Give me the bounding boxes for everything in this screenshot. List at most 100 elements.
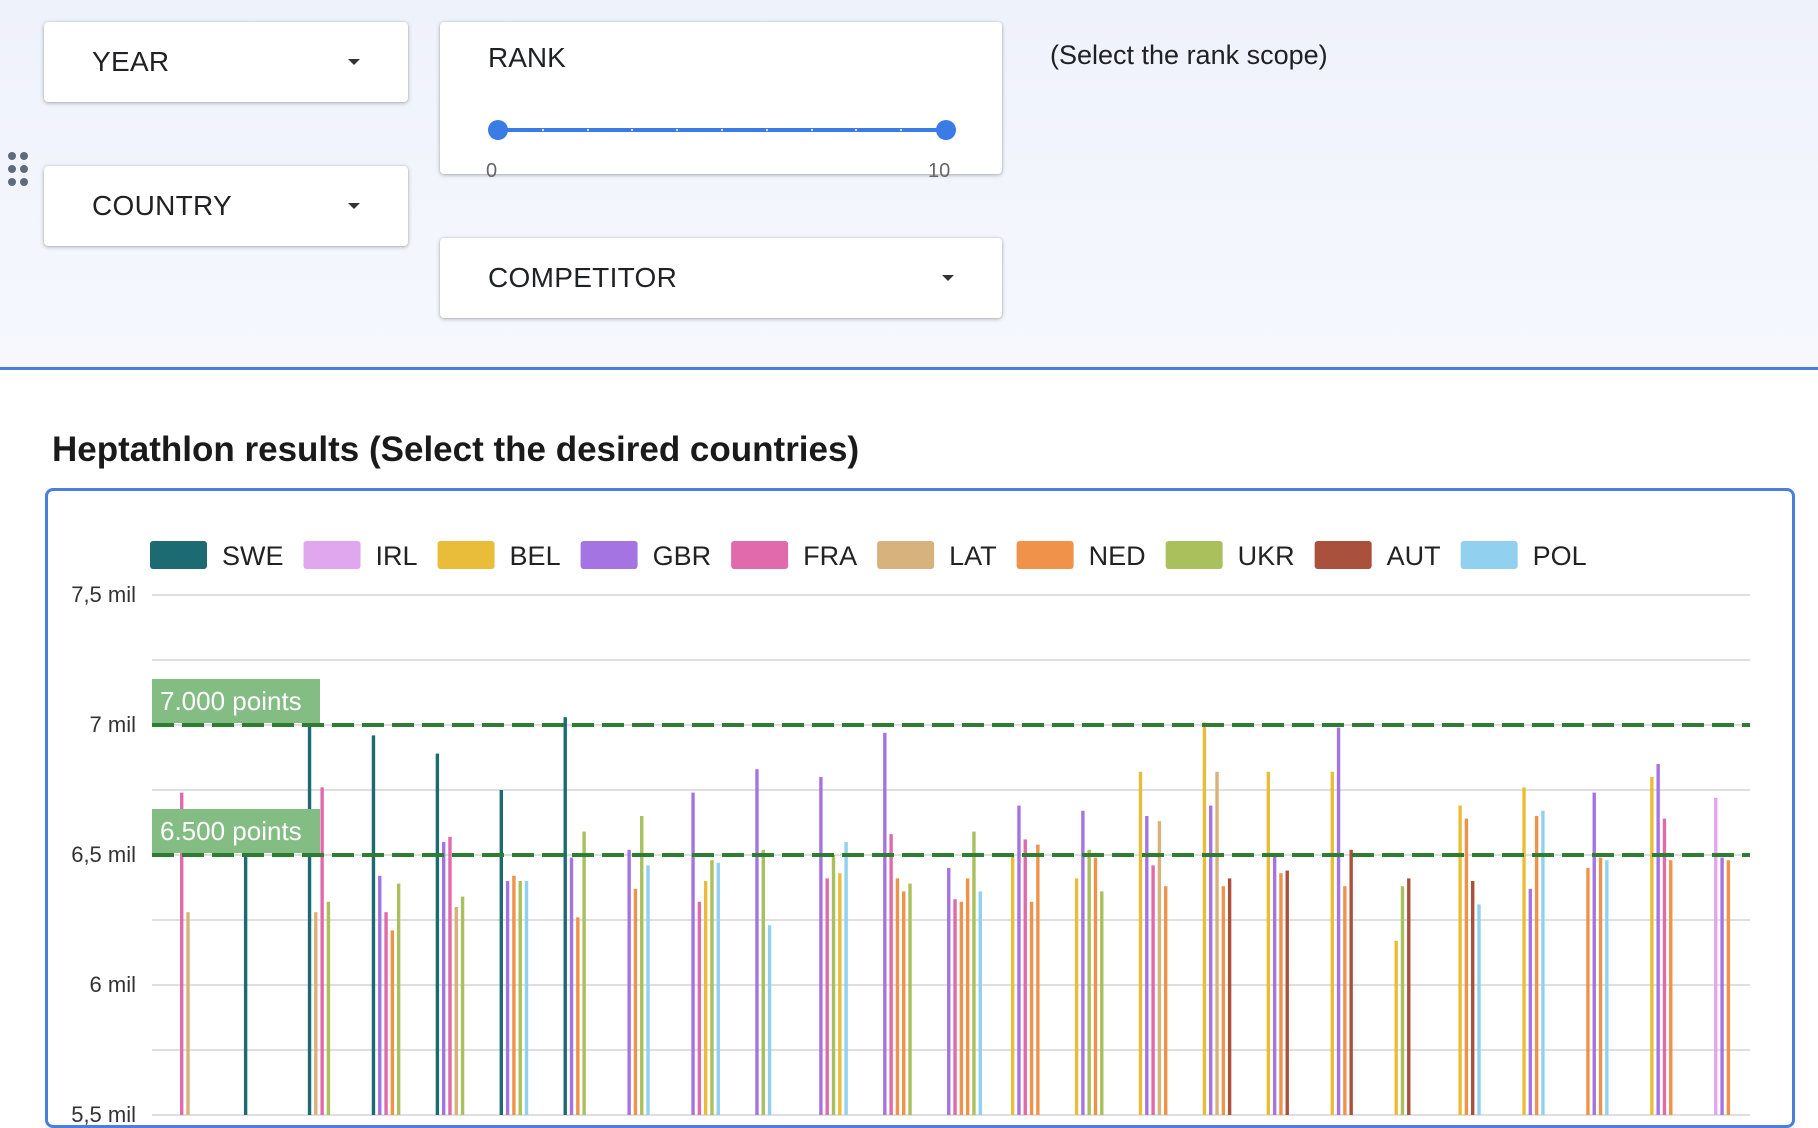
bar-bel xyxy=(1394,940,1398,1115)
legend-label-gbr: GBR xyxy=(653,541,712,571)
chevron-down-icon xyxy=(942,275,954,281)
bar-gbr xyxy=(1145,816,1149,1115)
bar-gbr xyxy=(1017,805,1021,1115)
bar-lat xyxy=(1157,821,1162,1115)
bar-bel xyxy=(838,873,842,1115)
bar-gbr xyxy=(505,881,510,1115)
bar-pol xyxy=(767,925,772,1115)
rank-slider-card: RANK 0 10 xyxy=(440,22,1002,182)
legend-label-lat: LAT xyxy=(949,541,997,571)
legend-swatch-aut xyxy=(1314,541,1372,569)
bar-ned xyxy=(390,930,395,1115)
bar-aut xyxy=(1285,870,1289,1115)
bar-gbr xyxy=(1336,727,1341,1115)
legend-swatch-bel xyxy=(437,541,495,569)
bar-ned xyxy=(633,888,638,1115)
bar-ned xyxy=(895,878,900,1115)
y-axis-tick-label: 6,5 mil xyxy=(71,842,136,867)
bar-lat xyxy=(1215,771,1219,1115)
bar-swe xyxy=(243,855,248,1115)
bar-gbr xyxy=(947,868,951,1115)
bar-bel xyxy=(703,881,708,1115)
bar-bel xyxy=(1138,771,1143,1115)
bar-ned xyxy=(1464,818,1469,1115)
bar-lat xyxy=(454,907,458,1115)
bar-ned xyxy=(512,875,516,1115)
heptathlon-bar-chart: 7,5 mil 7 mil 6,5 mil 6 mil 5,5 mil SWE IRL BEL… xyxy=(71,541,1750,1125)
year-dropdown-label: YEAR xyxy=(92,46,170,77)
bar-gbr xyxy=(691,792,695,1115)
legend-swatch-gbr xyxy=(580,541,638,569)
bar-ned xyxy=(576,917,580,1115)
bar-ukr xyxy=(761,849,765,1115)
bar-gbr xyxy=(1592,792,1596,1115)
legend-swatch-ned xyxy=(1016,541,1074,569)
bar-gbr xyxy=(378,875,382,1115)
bar-ned xyxy=(1036,844,1040,1115)
bar-pol xyxy=(844,842,848,1115)
bar-ukr xyxy=(908,883,912,1115)
bar-swe xyxy=(371,735,376,1115)
rank-scope-hint: (Select the rank scope) xyxy=(1050,40,1328,70)
bar-ned xyxy=(1586,868,1590,1115)
bar-gbr xyxy=(1272,855,1277,1115)
bar-swe xyxy=(563,717,567,1115)
rank-min-value: 0 xyxy=(486,160,498,182)
rank-slider-tick xyxy=(900,129,903,131)
bar-ukr xyxy=(582,831,586,1115)
drag-handle-icon[interactable] xyxy=(8,152,32,188)
chart-container: 7,5 mil 7 mil 6,5 mil 6 mil 5,5 mil SWE IRL BEL… xyxy=(45,488,1795,1128)
bar-lat xyxy=(186,912,190,1115)
country-dropdown-label: COUNTRY xyxy=(92,190,233,221)
legend-swatch-ukr xyxy=(1165,541,1223,569)
legend-label-irl: IRL xyxy=(376,541,418,571)
reference-label: 6.500 points xyxy=(160,816,302,846)
competitor-dropdown[interactable]: COMPETITOR xyxy=(440,238,1002,318)
bar-fra xyxy=(953,899,957,1115)
legend-label-ned: NED xyxy=(1089,541,1146,571)
rank-max-value: 10 xyxy=(928,160,951,182)
rank-slider-tick xyxy=(676,129,679,131)
bar-ukr xyxy=(1400,886,1405,1115)
y-axis-tick-label: 7 mil xyxy=(90,712,136,737)
rank-slider-tick xyxy=(721,129,723,131)
bar-ned xyxy=(965,878,970,1115)
bar-gbr xyxy=(883,732,887,1115)
bar-gbr xyxy=(569,857,574,1115)
chevron-down-icon xyxy=(348,203,360,209)
rank-slider-min-handle[interactable] xyxy=(488,120,508,140)
bar-fra xyxy=(825,878,829,1115)
country-dropdown[interactable]: COUNTRY xyxy=(44,166,408,246)
legend-swatch-irl xyxy=(303,541,361,569)
rank-slider-tick xyxy=(810,129,813,131)
bar-ned xyxy=(959,901,964,1115)
bar-bel xyxy=(1650,777,1654,1115)
legend-swatch-pol xyxy=(1460,541,1518,569)
bar-bel xyxy=(1330,771,1334,1115)
legend-label-swe: SWE xyxy=(222,541,284,571)
bar-ukr xyxy=(1100,891,1104,1115)
rank-slider-tick xyxy=(586,129,589,131)
year-dropdown[interactable]: YEAR xyxy=(44,22,408,102)
bar-fra xyxy=(384,912,388,1115)
rank-slider-max-handle[interactable] xyxy=(936,120,956,140)
y-axis-tick-label: 7,5 mil xyxy=(71,582,136,607)
bar-fra xyxy=(1151,865,1155,1115)
bar-gbr xyxy=(627,849,631,1115)
bar-lat xyxy=(314,912,318,1115)
legend-label-aut: AUT xyxy=(1387,541,1441,571)
bar-fra xyxy=(889,834,893,1115)
rank-slider-tick xyxy=(541,129,544,131)
bar-bel xyxy=(1010,855,1015,1115)
legend-swatch-swe xyxy=(150,541,207,569)
bar-ned xyxy=(902,891,906,1115)
bar-fra xyxy=(1023,839,1027,1115)
bar-ukr xyxy=(460,896,465,1115)
bar-fra xyxy=(320,787,324,1115)
bar-ned xyxy=(1029,901,1034,1115)
bar-gbr xyxy=(1656,764,1660,1115)
bar-aut xyxy=(1349,849,1353,1115)
bar-swe xyxy=(307,725,312,1115)
y-axis-tick-label: 6 mil xyxy=(90,972,136,997)
bar-ukr xyxy=(326,901,331,1115)
